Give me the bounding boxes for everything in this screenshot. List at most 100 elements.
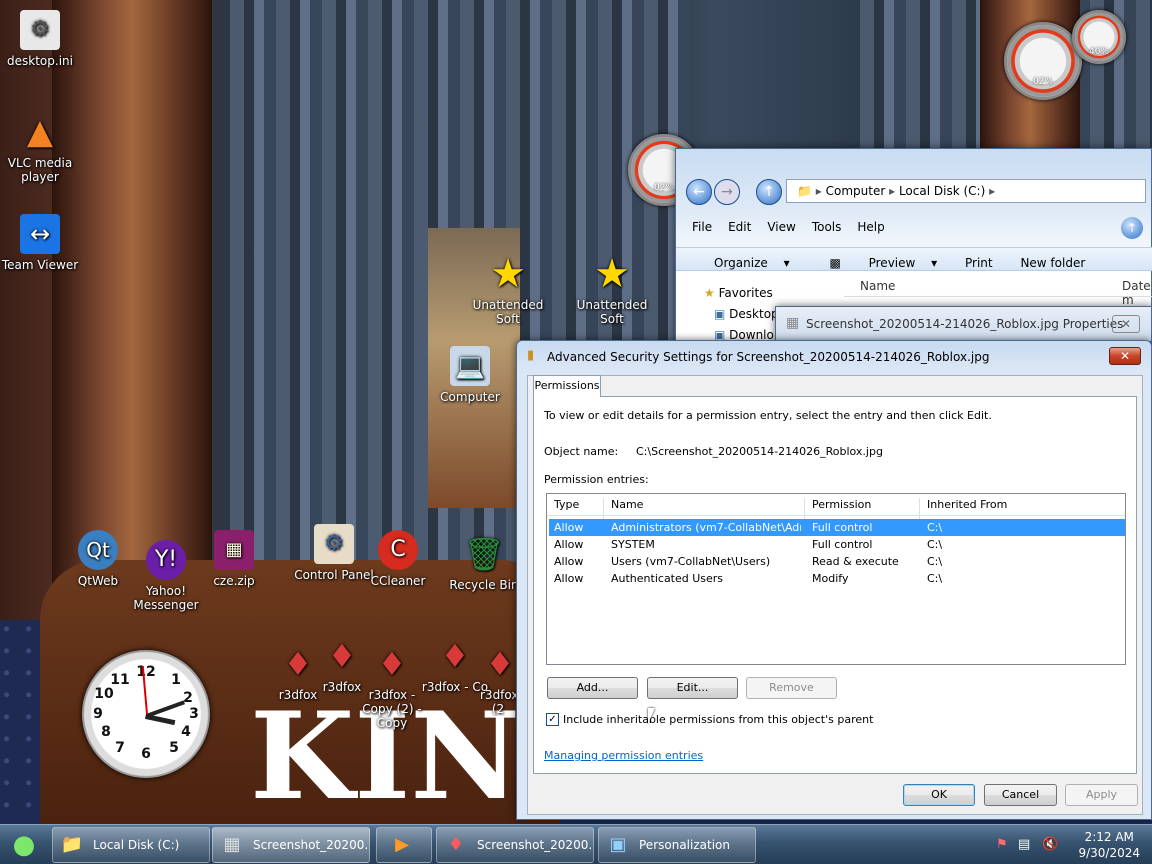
permissions-tab-panel: To view or edit details for a permission… [533,396,1137,774]
action-center-flag-icon[interactable]: ⚑ [996,837,1008,852]
desktop-icon-label: Unattended Soft [472,298,544,326]
clock-gadget[interactable]: 12 1 2 3 4 5 6 7 8 9 10 11 [82,650,210,778]
cpu-value: 02% [1032,77,1053,87]
cancel-button[interactable]: Cancel [984,784,1057,806]
edit-button[interactable]: Edit... [647,677,738,699]
include-inheritable-label[interactable]: Include inheritable permissions from thi… [563,713,873,726]
desktop-icon-desktop-ini[interactable]: ⚙ desktop.ini [0,10,80,68]
desktop-icon: ▣ [714,307,726,321]
yahoo-icon: Y! [146,540,186,580]
alien-start-icon: ● [12,830,36,860]
tab-permissions[interactable]: Permissions [533,375,601,397]
preview-button[interactable]: ▩ Preview ▾ [805,248,949,278]
r3dfox-icon: ♦ [447,834,465,855]
table-row[interactable]: Allow Administrators (vm7-CollabNet\Admi… [549,519,1125,536]
add-button[interactable]: Add... [547,677,638,699]
dialog-close-button[interactable]: ✕ [1109,347,1141,365]
taskbar: ● 📁 Local Disk (C:) ▦ Screenshot_20200... … [0,824,1152,864]
taskbar-item-screenshot-properties[interactable]: ▦ Screenshot_20200... [212,827,370,863]
nav-favorites[interactable]: ★ Favorites [686,283,846,304]
column-name[interactable]: Name [611,498,643,511]
ok-button[interactable]: OK [903,784,975,806]
up-button[interactable]: ↑ [756,179,782,205]
control-panel-icon: ⚙ [314,524,354,564]
desktop-icon-unattended-soft-2[interactable]: ★ Unattended Soft [572,254,652,326]
menu-tools[interactable]: Tools [804,217,850,237]
winrar-icon: ▦ [214,530,254,570]
object-name-label: Object name: [544,445,619,458]
memory-meter-gadget[interactable]: 40% [1072,10,1126,64]
start-button[interactable]: ● [2,825,46,864]
properties-window[interactable]: ▦ Screenshot_20200514-214026_Roblox.jpg … [775,306,1152,342]
taskbar-item-local-disk[interactable]: 📁 Local Disk (C:) [52,827,210,863]
desktop-icon-teamviewer[interactable]: ↔ Team Viewer [0,214,80,272]
properties-title: Screenshot_20200514-214026_Roblox.jpg Pr… [806,317,1124,331]
permission-entries-label: Permission entries: [544,473,649,486]
column-permission[interactable]: Permission [812,498,871,511]
desktop-icon-label: r3dfox - Copy (2) - Copy [362,688,422,730]
column-date-modified[interactable]: Date m [1122,279,1152,307]
apply-button[interactable]: Apply [1065,784,1138,806]
qtweb-icon: Qt [78,530,118,570]
permission-entries-list[interactable]: Type Name Permission Inherited From Allo… [546,493,1126,665]
desktop-icon-label: VLC media player [7,156,73,184]
column-name[interactable]: Name [860,279,895,293]
remove-button[interactable]: Remove [746,677,837,699]
new-folder-button[interactable]: New folder [1008,252,1097,274]
advanced-security-dialog[interactable]: ▮ Advanced Security Settings for Screens… [516,340,1152,820]
r3dfox-icon: ♦ [440,637,470,675]
menu-help[interactable]: Help [849,217,892,237]
managing-permission-entries-link[interactable]: Managing permission entries [544,749,703,762]
menu-file[interactable]: File [684,217,720,237]
vlc-icon: ▲ [26,112,54,152]
desktop-icon-ccleaner[interactable]: C CCleaner [358,530,438,588]
intro-text: To view or edit details for a permission… [544,409,992,422]
desktop-icon-label: Team Viewer [1,258,79,272]
network-icon[interactable]: ▤ [1018,837,1030,852]
taskbar-item-r3dfox[interactable]: ♦ Screenshot_20200... [436,827,594,863]
desktop-icon-cze-zip[interactable]: ▦ cze.zip [194,530,274,588]
star-icon: ★ [704,286,715,300]
mouse-cursor [648,708,655,724]
desktop-icon-unattended-soft-1[interactable]: ★ Unattended Soft [468,254,548,326]
print-button[interactable]: Print [953,252,1005,274]
breadcrumb-computer[interactable]: Computer [826,184,886,198]
menu-bar: File Edit View Tools Help ↑ [676,217,1152,239]
breadcrumb-local-disk[interactable]: Local Disk (C:) [899,184,985,198]
table-row[interactable]: Allow SYSTEM Full control C:\ [549,536,1125,553]
table-row[interactable]: Allow Users (vm7-CollabNet\Users) Read &… [549,553,1125,570]
taskbar-item-media-player[interactable]: ▶ [376,827,432,863]
address-bar[interactable]: 📁 ▸ Computer ▸ Local Disk (C:) ▸ [786,179,1146,203]
desktop-icon-label: Computer [440,390,500,404]
desktop-icon-label: Recycle Bin [449,578,519,592]
volume-muted-icon[interactable]: 🔇 [1042,837,1058,852]
menu-edit[interactable]: Edit [720,217,759,237]
desktop-icon-recycle-bin[interactable]: 🗑 Recycle Bin [444,534,524,592]
desktop-icon-computer[interactable]: 💻 Computer [430,346,510,404]
object-name-value: C:\Screenshot_20200514-214026_Roblox.jpg [636,445,883,458]
menu-view[interactable]: View [759,217,803,237]
folder-icon: 📁 [60,834,84,855]
column-inherited-from[interactable]: Inherited From [927,498,1007,511]
command-bar: Organize ▾ ▩ Preview ▾ Print New folder [676,247,1152,271]
desktop-icon-r3dfox-2b[interactable]: ♦ r3dfox (2 [480,644,516,716]
clock-date: 9/30/2024 [1078,846,1140,860]
properties-close-button[interactable]: ✕ [1112,315,1140,333]
forward-button[interactable]: → [714,179,740,205]
desktop-icon-label: desktop.ini [7,54,73,68]
media-player-icon: ▶ [395,834,409,855]
cpu-meter-gadget[interactable]: 02% [1004,22,1082,100]
system-tray: ⚑ ▤ 🔇 2:12 AM 9/30/2024 [990,825,1152,864]
taskbar-item-personalization[interactable]: ▣ Personalization [598,827,756,863]
column-type[interactable]: Type [554,498,579,511]
organize-button[interactable]: Organize ▾ [690,248,802,278]
clock-hour-hand [144,714,176,726]
include-inheritable-checkbox[interactable]: ✓ [546,713,559,726]
table-row[interactable]: Allow Authenticated Users Modify C:\ [549,570,1125,587]
back-button[interactable]: ← [686,179,712,205]
desktop-icon-vlc[interactable]: ▲ VLC media player [0,112,80,184]
help-icon[interactable]: ↑ [1121,217,1143,239]
preview-icon: ▩ [829,256,841,270]
teamviewer-icon: ↔ [20,214,60,254]
taskbar-clock[interactable]: 2:12 AM 9/30/2024 [1078,829,1140,861]
